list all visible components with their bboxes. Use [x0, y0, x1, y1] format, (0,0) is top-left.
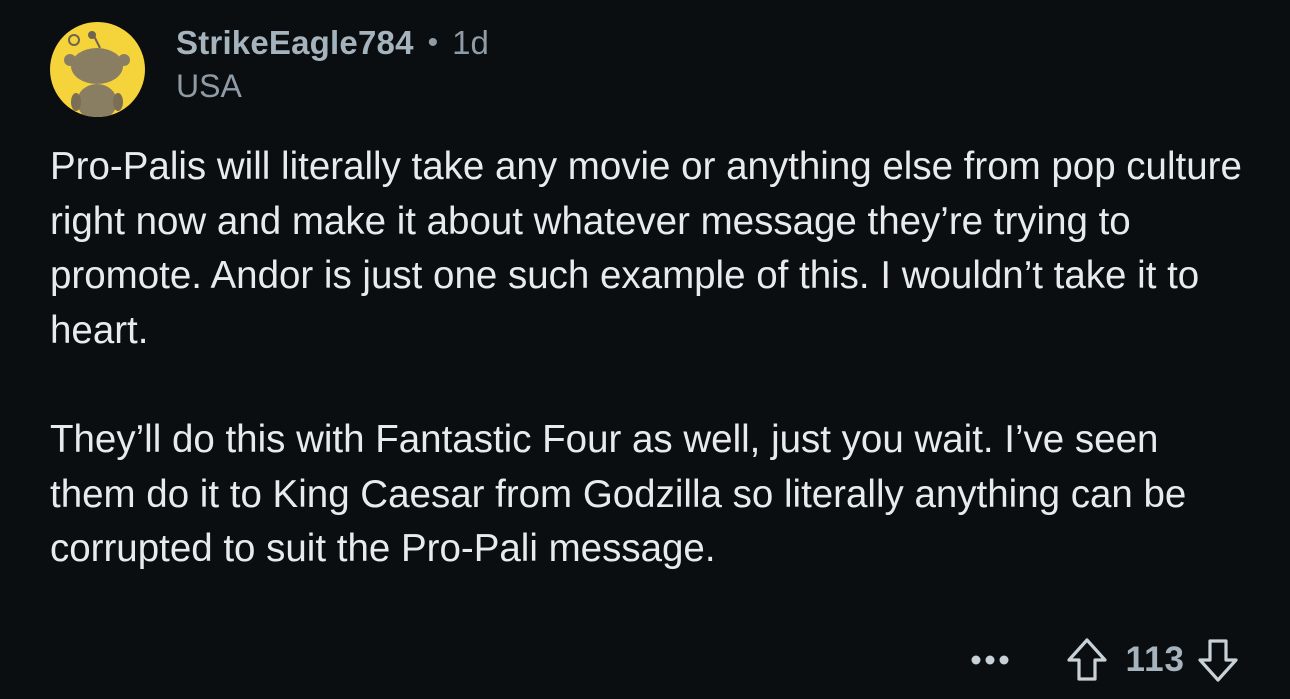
comment-age: 1d — [452, 24, 489, 61]
user-flair: USA — [176, 68, 242, 104]
comment: StrikeEagle784 • 1d USA Pro-Palis will l… — [0, 0, 1290, 699]
author-line: StrikeEagle784 • 1d — [176, 23, 489, 63]
comment-body: Pro-Palis will literally take any movie … — [50, 140, 1250, 577]
meta-separator: • — [427, 26, 439, 59]
downvote-arrow-icon — [1198, 639, 1238, 682]
comment-paragraph: Pro-Palis will literally take any movie … — [50, 145, 1242, 352]
snoo-avatar-icon — [64, 31, 130, 117]
username-link[interactable]: StrikeEagle784 — [176, 23, 414, 63]
comment-paragraph: They’ll do this with Fantastic Four as w… — [50, 418, 1187, 570]
vote-score: 113 — [1125, 640, 1185, 679]
more-options-icon — [971, 655, 1009, 665]
comment-header: StrikeEagle784 • 1d USA — [50, 22, 489, 117]
user-avatar[interactable] — [50, 22, 145, 117]
upvote-button[interactable] — [1062, 635, 1112, 685]
downvote-button[interactable] — [1193, 635, 1243, 685]
upvote-arrow-icon — [1066, 638, 1107, 681]
more-options-button[interactable] — [968, 640, 1012, 680]
comment-actions: 113 — [968, 632, 1243, 688]
comment-meta: StrikeEagle784 • 1d USA — [176, 23, 489, 106]
